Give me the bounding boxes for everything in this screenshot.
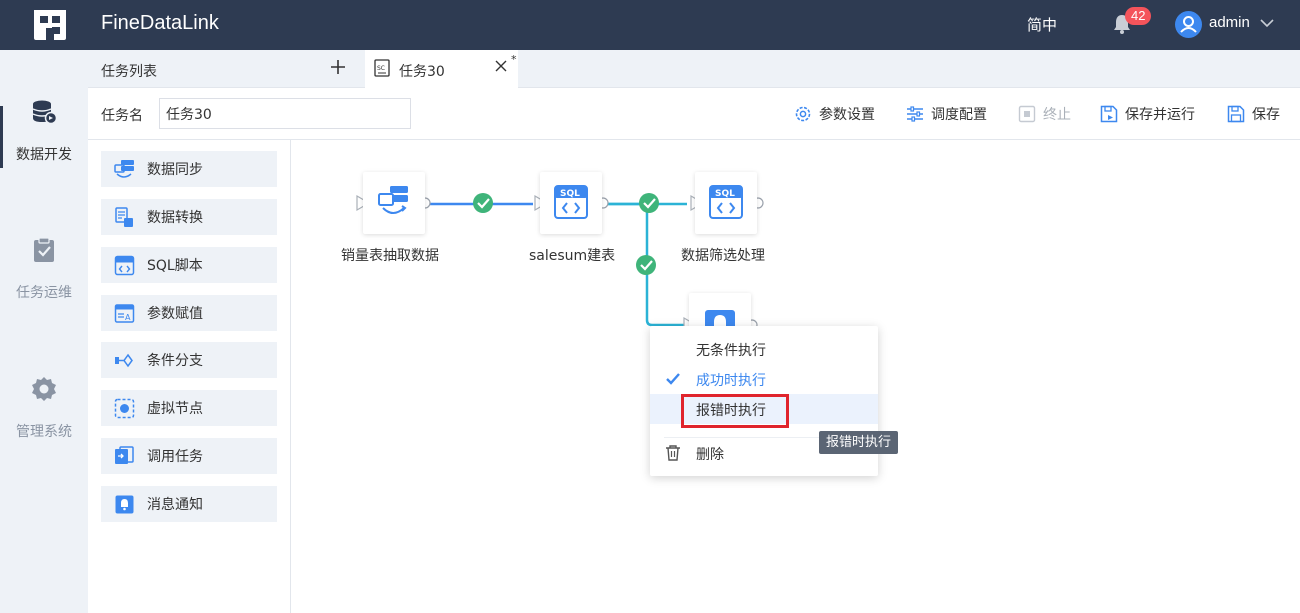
- save-button[interactable]: 保存: [1227, 103, 1280, 125]
- app-title: FineDataLink: [101, 12, 219, 34]
- nav-item-task-ops[interactable]: 任务运维: [0, 236, 88, 302]
- user-name[interactable]: admin: [1209, 14, 1250, 31]
- save-and-run-label: 保存并运行: [1125, 107, 1195, 123]
- palette-item-param-assign[interactable]: A 参数赋值: [101, 295, 277, 331]
- data-sync-icon: [114, 159, 134, 178]
- tab-task30[interactable]: SC 任务30 *: [365, 50, 518, 88]
- task-name-label: 任务名: [101, 108, 143, 124]
- node-sales-extract[interactable]: [363, 172, 425, 234]
- nav-item-data-dev[interactable]: 数据开发: [0, 98, 88, 164]
- sql-script-icon: [114, 255, 135, 275]
- palette-item-call-task[interactable]: 调用任务: [101, 438, 277, 474]
- svg-text:SC: SC: [377, 65, 385, 72]
- param-settings-button[interactable]: 参数设置: [794, 103, 875, 125]
- plus-icon[interactable]: [329, 58, 347, 76]
- palette-item-sql-script[interactable]: SQL脚本: [101, 247, 277, 283]
- palette-item-virtual-node[interactable]: 虚拟节点: [101, 390, 277, 426]
- nav-item-label: 管理系统: [16, 424, 72, 440]
- top-bar: FineDataLink 简中 42 admin: [0, 0, 1300, 50]
- success-check-icon: [636, 255, 656, 275]
- language-switch[interactable]: 简中: [1027, 14, 1057, 35]
- success-check-icon: [473, 193, 493, 213]
- stop-label: 终止: [1043, 107, 1071, 123]
- nav-item-label: 任务运维: [16, 285, 72, 301]
- sliders-icon: [907, 106, 923, 122]
- sql-doc-icon: SC: [374, 59, 390, 77]
- menu-item-label: 删除: [696, 447, 724, 463]
- palette-item-label: SQL脚本: [147, 258, 203, 274]
- node-label: 销量表抽取数据: [341, 248, 439, 264]
- notify-icon: [115, 495, 134, 513]
- tab-bar: 任务列表 SC 任务30 *: [88, 50, 1300, 88]
- success-check-icon: [639, 193, 659, 213]
- save-label: 保存: [1252, 107, 1280, 123]
- schedule-config-label: 调度配置: [931, 107, 987, 123]
- database-icon: [32, 100, 58, 125]
- condition-branch-icon: [115, 353, 133, 367]
- left-nav-rail: 数据开发 任务运维 管理系统: [0, 50, 88, 613]
- stop-button[interactable]: 终止: [1018, 103, 1071, 125]
- stop-icon: [1018, 105, 1036, 123]
- palette-item-label: 数据同步: [147, 162, 203, 178]
- palette-item-label: 消息通知: [147, 497, 203, 513]
- param-settings-label: 参数设置: [819, 107, 875, 123]
- sql-node-icon: SQL: [709, 185, 743, 219]
- call-task-icon: [115, 445, 134, 464]
- save-and-run-button[interactable]: 保存并运行: [1100, 103, 1195, 125]
- save-icon: [1227, 105, 1245, 123]
- tab-task-list[interactable]: 任务列表: [101, 61, 157, 81]
- clipboard-check-icon: [34, 237, 54, 262]
- node-label: 数据筛选处理: [681, 248, 765, 264]
- palette-item-label: 调用任务: [147, 449, 203, 465]
- menu-item-label: 无条件执行: [696, 343, 766, 359]
- chevron-down-icon[interactable]: [1259, 16, 1275, 30]
- palette-item-label: 条件分支: [147, 353, 203, 369]
- svg-text:SQL: SQL: [715, 189, 735, 199]
- palette-item-data-transform[interactable]: 数据转换: [101, 199, 277, 235]
- tab-label: 任务30: [399, 64, 445, 80]
- param-assign-icon: A: [114, 303, 135, 323]
- palette-item-notify[interactable]: 消息通知: [101, 486, 277, 522]
- menu-item-label: 成功时执行: [696, 373, 766, 389]
- sql-node-icon: SQL: [554, 185, 588, 219]
- annotation-highlight-box: [681, 394, 789, 428]
- palette-item-condition-branch[interactable]: 条件分支: [101, 342, 277, 378]
- node-palette: 数据同步 数据转换 SQL脚本 A 参数赋值 条件分支 虚拟节点 调用任务 消息…: [88, 140, 291, 613]
- data-sync-node-icon: [378, 186, 408, 214]
- data-transform-icon: [115, 206, 133, 227]
- svg-text:SQL: SQL: [560, 189, 580, 199]
- svg-text:A: A: [125, 313, 131, 322]
- finedatalink-logo-icon[interactable]: [32, 8, 68, 42]
- palette-item-data-sync[interactable]: 数据同步: [101, 151, 277, 187]
- node-data-filter[interactable]: SQL: [695, 172, 757, 234]
- modified-marker: *: [511, 53, 517, 66]
- nav-item-label: 数据开发: [16, 147, 72, 163]
- tooltip: 报错时执行: [819, 431, 899, 454]
- gear-outline-icon: [795, 106, 811, 122]
- palette-item-label: 虚拟节点: [147, 401, 203, 417]
- task-name-input[interactable]: [159, 98, 411, 129]
- close-icon[interactable]: [494, 59, 508, 73]
- menu-item-on-success[interactable]: 成功时执行: [650, 364, 878, 394]
- palette-item-label: 数据转换: [147, 210, 203, 226]
- menu-item-unconditional[interactable]: 无条件执行: [650, 334, 878, 364]
- gear-icon: [32, 377, 56, 401]
- schedule-config-button[interactable]: 调度配置: [906, 103, 987, 125]
- checkmark-icon: [666, 373, 680, 385]
- nav-item-admin[interactable]: 管理系统: [0, 375, 88, 441]
- trash-icon: [666, 445, 680, 461]
- save-run-icon: [1100, 105, 1118, 123]
- user-avatar-icon[interactable]: [1175, 11, 1202, 38]
- palette-item-label: 参数赋值: [147, 306, 203, 322]
- virtual-node-icon: [114, 398, 135, 418]
- task-toolbar: 任务名 参数设置 调度配置 终止 保存并运行: [88, 88, 1300, 140]
- node-salesum-create[interactable]: SQL: [540, 172, 602, 234]
- node-label: salesum建表: [529, 248, 616, 264]
- notification-badge: 42: [1125, 7, 1152, 25]
